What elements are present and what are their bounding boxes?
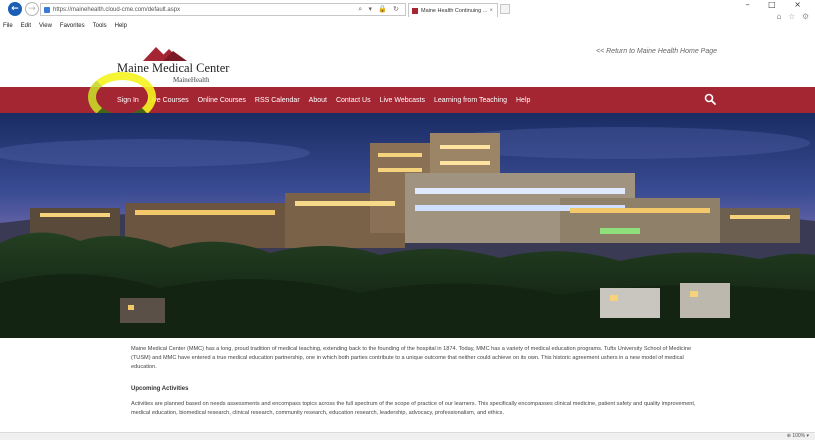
nav-help[interactable]: Help — [516, 97, 530, 104]
nav-learning-from-teaching[interactable]: Learning from Teaching — [434, 97, 507, 104]
logo-title: Maine Medical Center — [117, 61, 230, 75]
browser-tab[interactable]: Maine Health Continuing ... × — [408, 3, 498, 17]
menu-file[interactable]: File — [3, 23, 13, 29]
main-content: Maine Medical Center (MMC) has a long, p… — [131, 345, 711, 418]
main-nav: Sign In Live Courses Online Courses RSS … — [0, 87, 815, 113]
nav-contact-us[interactable]: Contact Us — [336, 97, 371, 104]
back-arrow-icon[interactable]: ← — [8, 2, 22, 16]
forward-arrow-icon[interactable]: → — [25, 2, 39, 16]
nav-rss-calendar[interactable]: RSS Calendar — [255, 97, 300, 104]
nav-live-webcasts[interactable]: Live Webcasts — [380, 97, 425, 104]
page: ← → https://mainehealth.cloud-cme.com/de… — [0, 0, 815, 440]
nav-sign-in[interactable]: Sign In — [117, 97, 139, 104]
menu-bar: File Edit View Favorites Tools Help — [0, 20, 127, 31]
nav-online-courses[interactable]: Online Courses — [198, 97, 246, 104]
upcoming-activities-heading: Upcoming Activities — [131, 386, 189, 392]
tab-close-icon[interactable]: × — [489, 8, 493, 14]
intro-paragraph: Maine Medical Center (MMC) has a long, p… — [131, 346, 692, 370]
tab-title: Maine Health Continuing ... — [421, 7, 488, 14]
address-url: https://mainehealth.cloud-cme.com/defaul… — [53, 6, 181, 13]
tab-favicon-icon — [412, 7, 418, 14]
search-icon[interactable] — [704, 93, 716, 105]
menu-help[interactable]: Help — [115, 23, 127, 29]
home-favorites-settings-icon[interactable]: ⌂ ☆ ⚙ — [776, 12, 811, 21]
menu-view[interactable]: View — [39, 23, 52, 29]
address-bar[interactable]: https://mainehealth.cloud-cme.com/defaul… — [40, 3, 406, 16]
return-home-link[interactable]: << Return to Maine Health Home Page — [596, 48, 717, 55]
site-logo[interactable]: Maine Medical Center MaineHealth — [117, 45, 230, 85]
nav-about[interactable]: About — [309, 97, 327, 104]
menu-favorites[interactable]: Favorites — [60, 23, 85, 29]
logo-mountain-icon — [143, 47, 187, 61]
browser-chrome: ← → https://mainehealth.cloud-cme.com/de… — [0, 0, 815, 32]
site-favicon-icon — [44, 6, 50, 13]
zoom-control[interactable]: ⊕ 100% ▾ — [787, 433, 809, 439]
address-tools-icon[interactable]: ⌕ ▾ 🔒 ↻ — [358, 5, 401, 14]
status-bar: ⊕ 100% ▾ — [0, 432, 815, 440]
logo-subtitle: MaineHealth — [173, 76, 210, 84]
menu-edit[interactable]: Edit — [21, 23, 31, 29]
nav-live-courses[interactable]: Live Courses — [148, 97, 189, 104]
nav-items: Sign In Live Courses Online Courses RSS … — [117, 87, 530, 113]
menu-tools[interactable]: Tools — [93, 23, 107, 29]
window-controls-icon[interactable]: – □ × — [746, 0, 809, 9]
new-tab-button[interactable] — [500, 4, 510, 14]
upcoming-activities-paragraph: Activities are planned based on needs as… — [131, 401, 696, 416]
hero-image — [0, 113, 815, 338]
